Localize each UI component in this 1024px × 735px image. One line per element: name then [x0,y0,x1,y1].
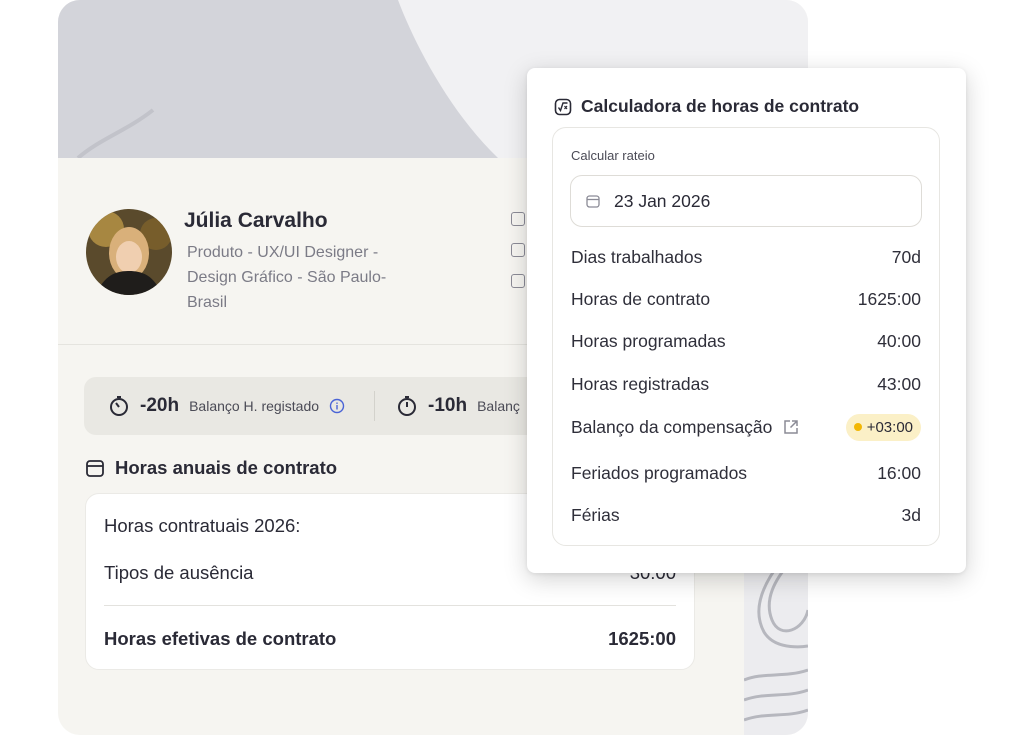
info-icon[interactable] [329,398,345,414]
balance-item: -20h Balanço H. registado [108,377,345,435]
divider [104,605,676,606]
calendar-icon [511,212,525,226]
balance-value: -20h [140,395,180,416]
balance-label: Balanço H. registado [189,398,320,414]
stat-row: Dias trabalhados 70d [571,246,921,267]
stat-row-compensation: Balanço da compensação +03:00 [571,413,921,441]
stat-row: Horas programadas 40:00 [571,330,921,351]
contract-hours-calculator: Calculadora de horas de contrato Calcula… [527,68,966,573]
popover-title: Calculadora de horas de contrato [554,96,859,117]
calendar-icon [586,195,600,208]
date-value: 23 Jan 2026 [614,190,711,211]
profile-role: Produto - UX/UI Designer - Design Gráfic… [187,244,387,311]
stat-row: Férias 3d [571,504,921,525]
contour-decoration [744,560,808,735]
divider [58,344,538,345]
stopwatch-icon [110,396,128,416]
stat-row: Horas registradas 43:00 [571,373,921,394]
balance-item: -10h Balanç [396,377,520,435]
balance-value: -10h [428,395,468,416]
id-card-icon [511,243,525,257]
calendar-icon [86,460,104,477]
calculator-icon [554,98,572,115]
date-input[interactable]: 23 Jan 2026 [570,175,922,227]
status-dot [853,423,862,431]
profile-name: Júlia Carvalho [184,209,328,232]
stat-row: Horas de contrato 1625:00 [571,288,921,309]
stat-row: Feriados programados 16:00 [571,462,921,483]
money-icon [511,274,525,288]
balance-label: Balanç [477,398,520,414]
profile-meta-icons [511,212,527,305]
calculator-card: Calcular rateio 23 Jan 2026 Dias trabalh… [552,127,940,546]
total-row: Horas efetivas de contrato 1625:00 [104,628,676,649]
divider [374,391,375,421]
balance-bar: -20h Balanço H. registado -10h Balanç [84,377,544,435]
status-badge: +03:00 [845,413,921,441]
avatar [86,209,172,295]
section-title: Horas anuais de contrato [85,457,337,479]
timer-icon [398,396,416,416]
external-link-icon[interactable] [782,418,800,436]
section-label: Calcular rateio [571,148,655,163]
